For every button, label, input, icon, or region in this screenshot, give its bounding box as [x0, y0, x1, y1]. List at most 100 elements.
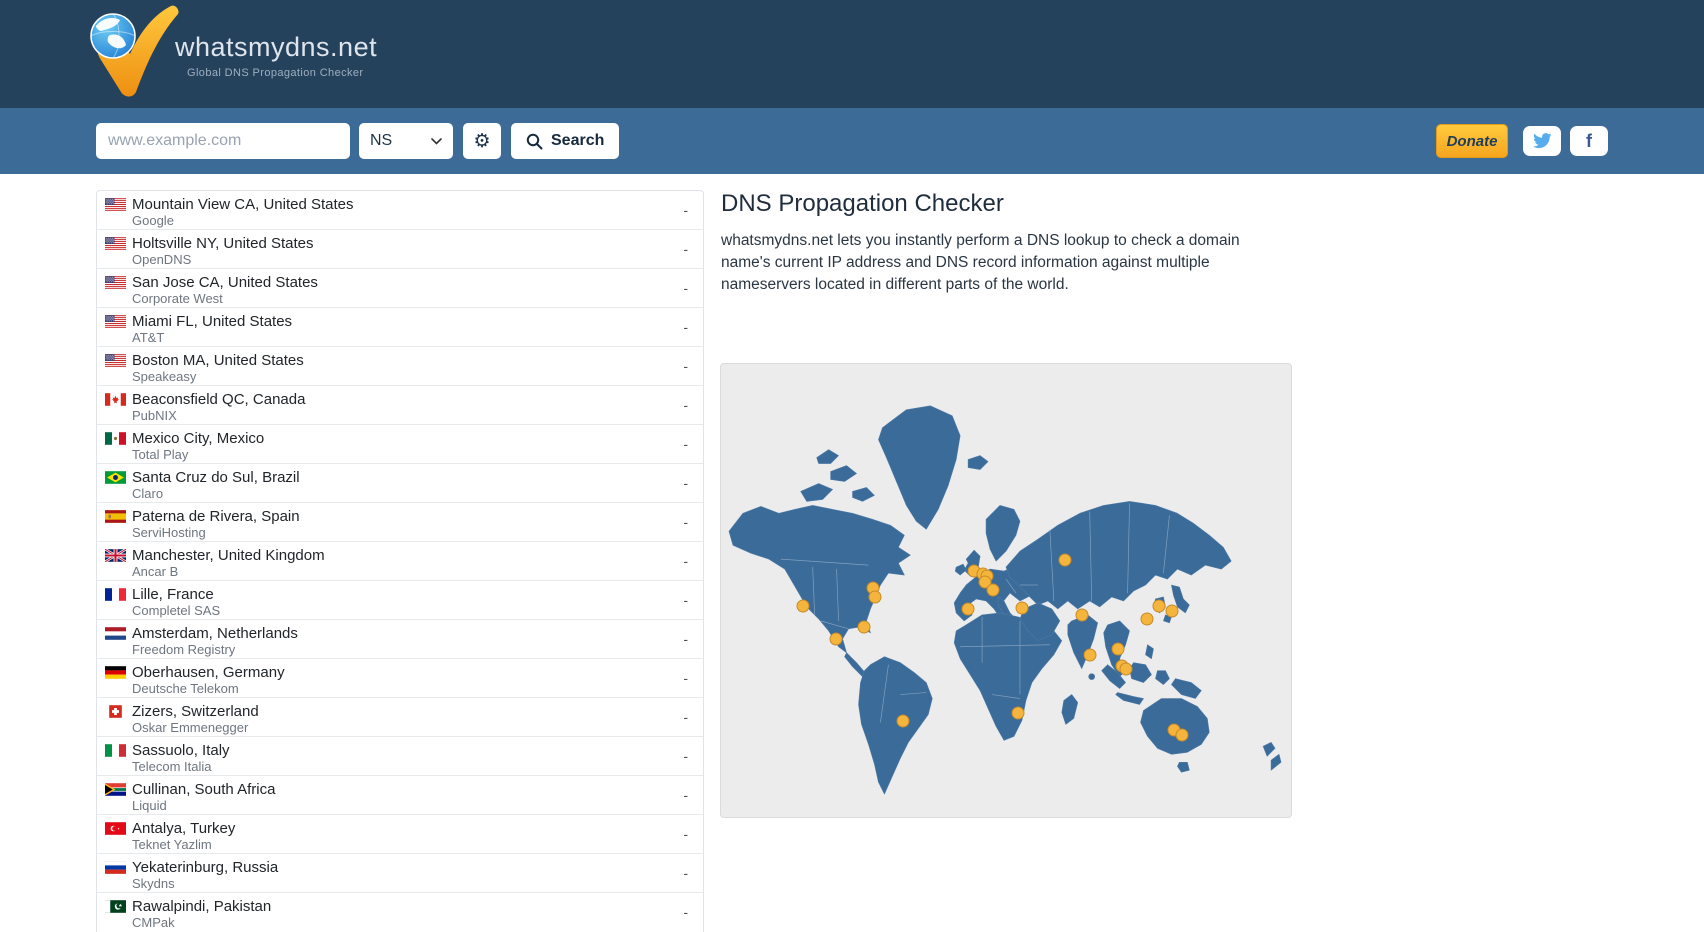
- country-flag-icon: [105, 744, 126, 757]
- site-header: whatsmydns.net Global DNS Propagation Ch…: [0, 0, 1704, 108]
- dns-server-row[interactable]: Yekaterinburg, Russia Skydns -: [97, 854, 703, 893]
- server-provider: Liquid: [132, 798, 275, 813]
- world-map-continents: [721, 364, 1291, 817]
- dns-server-row[interactable]: Santa Cruz do Sul, Brazil Claro -: [97, 464, 703, 503]
- record-type-value: NS: [370, 132, 392, 150]
- country-flag-icon: [105, 822, 126, 835]
- server-result: -: [683, 352, 688, 380]
- server-provider: Total Play: [132, 447, 264, 462]
- site-logo[interactable]: whatsmydns.net Global DNS Propagation Ch…: [83, 4, 377, 104]
- server-provider: Google: [132, 213, 354, 228]
- dns-server-marker: [962, 603, 975, 616]
- country-flag-icon: [105, 354, 126, 367]
- search-toolbar: NS ⚙ Search Donate f: [0, 108, 1704, 174]
- server-location: Manchester, United Kingdom: [132, 547, 325, 564]
- server-location: Boston MA, United States: [132, 352, 304, 369]
- dns-server-row[interactable]: Miami FL, United States AT&T -: [97, 308, 703, 347]
- server-location: Sassuolo, Italy: [132, 742, 230, 759]
- dns-server-row[interactable]: Sassuolo, Italy Telecom Italia -: [97, 737, 703, 776]
- record-type-select[interactable]: NS: [359, 123, 453, 159]
- dns-server-marker: [1152, 599, 1165, 612]
- country-flag-icon: [105, 627, 126, 640]
- server-result: -: [683, 820, 688, 848]
- dns-server-row[interactable]: Amsterdam, Netherlands Freedom Registry …: [97, 620, 703, 659]
- facebook-share-button[interactable]: f: [1570, 126, 1608, 156]
- server-result: -: [683, 391, 688, 419]
- server-provider: Skydns: [132, 876, 278, 891]
- dns-server-marker: [857, 620, 870, 633]
- server-result: -: [683, 625, 688, 653]
- server-result: -: [683, 781, 688, 809]
- dns-server-row[interactable]: Paterna de Rivera, Spain ServiHosting -: [97, 503, 703, 542]
- dns-server-row[interactable]: Holtsville NY, United States OpenDNS -: [97, 230, 703, 269]
- dns-server-row[interactable]: Mexico City, Mexico Total Play -: [97, 425, 703, 464]
- server-provider: PubNIX: [132, 408, 305, 423]
- server-location: Cullinan, South Africa: [132, 781, 275, 798]
- server-result: -: [683, 586, 688, 614]
- dns-server-row[interactable]: Antalya, Turkey Teknet Yazlim -: [97, 815, 703, 854]
- country-flag-icon: [105, 861, 126, 874]
- dns-server-row[interactable]: Lille, France Completel SAS -: [97, 581, 703, 620]
- dns-server-row[interactable]: Oberhausen, Germany Deutsche Telekom -: [97, 659, 703, 698]
- server-provider: Teknet Yazlim: [132, 837, 235, 852]
- server-location: Santa Cruz do Sul, Brazil: [132, 469, 300, 486]
- dns-server-row[interactable]: San Jose CA, United States Corporate Wes…: [97, 269, 703, 308]
- options-button[interactable]: ⚙: [463, 123, 501, 159]
- server-location: Mexico City, Mexico: [132, 430, 264, 447]
- server-result: -: [683, 313, 688, 341]
- server-provider: AT&T: [132, 330, 292, 345]
- server-location: Mountain View CA, United States: [132, 196, 354, 213]
- server-result: -: [683, 469, 688, 497]
- server-location: Antalya, Turkey: [132, 820, 235, 837]
- server-result: -: [683, 703, 688, 731]
- donate-button[interactable]: Donate: [1436, 124, 1508, 158]
- country-flag-icon: [105, 510, 126, 523]
- country-flag-icon: [105, 432, 126, 445]
- server-provider: Corporate West: [132, 291, 318, 306]
- server-provider: Claro: [132, 486, 300, 501]
- gear-icon: ⚙: [473, 130, 490, 153]
- server-location: Lille, France: [132, 586, 220, 603]
- intro-section: DNS Propagation Checker whatsmydns.net l…: [721, 176, 1296, 296]
- server-result: -: [683, 742, 688, 770]
- server-result: -: [683, 664, 688, 692]
- dns-server-row[interactable]: Boston MA, United States Speakeasy -: [97, 347, 703, 386]
- world-map: [720, 363, 1292, 818]
- search-button[interactable]: Search: [511, 123, 619, 159]
- dns-server-row[interactable]: Zizers, Switzerland Oskar Emmenegger -: [97, 698, 703, 737]
- dns-server-marker: [1166, 604, 1179, 617]
- country-flag-icon: [105, 276, 126, 289]
- server-provider: Speakeasy: [132, 369, 304, 384]
- server-provider: Ancar B: [132, 564, 325, 579]
- chevron-down-icon: [431, 138, 442, 145]
- dns-server-row[interactable]: Rawalpindi, Pakistan CMPak -: [97, 893, 703, 932]
- dns-server-row[interactable]: Cullinan, South Africa Liquid -: [97, 776, 703, 815]
- search-button-label: Search: [551, 132, 604, 150]
- server-provider: Deutsche Telekom: [132, 681, 285, 696]
- dns-server-marker: [1083, 648, 1096, 661]
- country-flag-icon: [105, 393, 126, 406]
- server-result: -: [683, 274, 688, 302]
- dns-server-row[interactable]: Manchester, United Kingdom Ancar B -: [97, 542, 703, 581]
- country-flag-icon: [105, 705, 126, 718]
- page-title: DNS Propagation Checker: [721, 190, 1296, 218]
- dns-server-marker: [1111, 642, 1124, 655]
- dns-server-marker: [1119, 662, 1132, 675]
- dns-server-row[interactable]: Beaconsfield QC, Canada PubNIX -: [97, 386, 703, 425]
- dns-server-row[interactable]: Mountain View CA, United States Google -: [97, 191, 703, 230]
- server-location: Rawalpindi, Pakistan: [132, 898, 271, 915]
- server-location: Miami FL, United States: [132, 313, 292, 330]
- country-flag-icon: [105, 315, 126, 328]
- twitter-share-button[interactable]: [1523, 126, 1561, 156]
- facebook-icon: f: [1586, 132, 1592, 150]
- country-flag-icon: [105, 549, 126, 562]
- page-description: whatsmydns.net lets you instantly perfor…: [721, 230, 1283, 296]
- server-provider: Completel SAS: [132, 603, 220, 618]
- server-location: Yekaterinburg, Russia: [132, 859, 278, 876]
- dns-server-marker: [986, 584, 999, 597]
- logo-subtitle: Global DNS Propagation Checker: [175, 67, 377, 79]
- logo-title: whatsmydns.net: [175, 34, 377, 61]
- server-location: Beaconsfield QC, Canada: [132, 391, 305, 408]
- domain-search-input[interactable]: [96, 123, 350, 159]
- server-result: -: [683, 430, 688, 458]
